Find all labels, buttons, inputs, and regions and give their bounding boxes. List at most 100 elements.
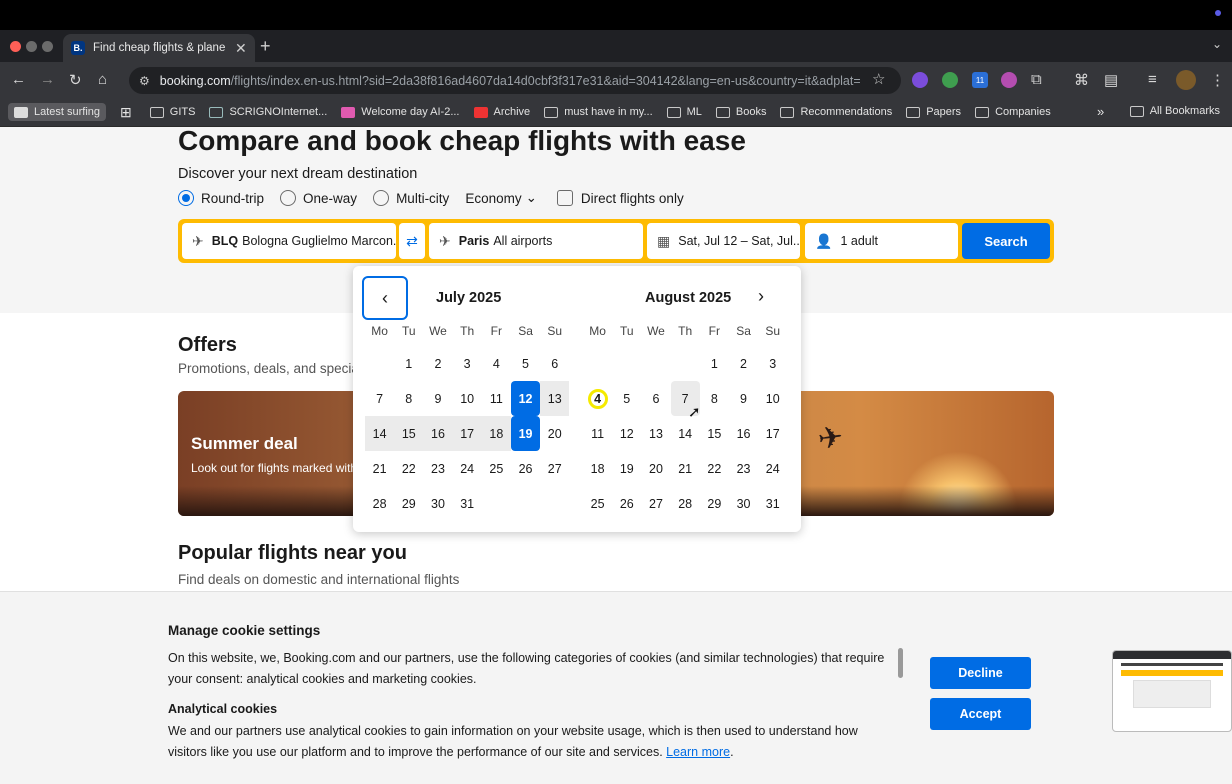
close-tab-icon[interactable]: ✕ [235, 40, 247, 57]
calendar-day[interactable]: 11 [583, 416, 612, 451]
calendar-day[interactable]: 22 [700, 451, 729, 486]
more-bookmarks-icon[interactable]: » [1097, 104, 1104, 119]
next-month-button[interactable]: › [758, 286, 764, 307]
extensions-puzzle-icon[interactable]: ⧉ [1031, 71, 1042, 88]
media-control-icon[interactable]: ≡ [1148, 71, 1157, 88]
destination-field[interactable]: ✈ Paris All airports [429, 223, 643, 259]
back-icon[interactable]: ← [11, 71, 26, 88]
bookmark-latest-surfing[interactable]: Latest surfing [8, 103, 107, 121]
calendar-day[interactable]: 8 [700, 381, 729, 416]
bookmark-recommendations[interactable]: Recommendations [780, 106, 892, 118]
bookmark-ml[interactable]: ML [666, 106, 702, 118]
calendar-day[interactable]: 19 [612, 451, 641, 486]
calendar-day[interactable]: 13 [540, 381, 570, 416]
calendar-day[interactable]: 23 [423, 451, 452, 486]
apps-grid-icon[interactable]: ⊞ [120, 104, 132, 121]
calendar-day[interactable]: 17 [452, 416, 482, 451]
bookmark-gits[interactable]: GITS [149, 106, 195, 118]
browser-menu-icon[interactable]: ⋮ [1210, 71, 1225, 89]
calendar-day[interactable]: 12 [510, 381, 541, 416]
bookmark-books[interactable]: Books [715, 106, 766, 118]
direct-flights-checkbox[interactable]: Direct flights only [556, 190, 684, 206]
bookmark-star-icon[interactable]: ☆ [872, 70, 885, 88]
swap-icon[interactable]: ⇄ [399, 223, 425, 259]
calendar-day[interactable]: 14 [365, 416, 395, 451]
bookmark-must-have[interactable]: must have in my... [544, 106, 653, 118]
calendar-day[interactable]: 2 [729, 346, 758, 381]
calendar-day[interactable]: 24 [453, 451, 482, 486]
reload-icon[interactable]: ↻ [69, 71, 82, 89]
new-tab-icon[interactable]: + [260, 36, 271, 57]
cabin-class-select[interactable]: Economy ⌄ [465, 190, 537, 206]
calendar-day[interactable]: 23 [729, 451, 758, 486]
calendar-day[interactable]: 11 [482, 381, 511, 416]
dates-field[interactable]: ▦ Sat, Jul 12 – Sat, Jul... [647, 223, 800, 259]
close-window-button[interactable] [10, 41, 21, 52]
calendar-day[interactable]: 26 [511, 451, 540, 486]
one-way-option[interactable]: One-way [280, 190, 357, 206]
travelers-field[interactable]: 👤 1 adult [805, 223, 958, 259]
address-bar[interactable]: ⚙ booking.com/flights/index.en-us.html?s… [129, 67, 901, 94]
calendar-day[interactable]: 22 [394, 451, 423, 486]
scrollbar-thumb[interactable] [898, 648, 903, 678]
calendar-day[interactable]: 5 [612, 381, 641, 416]
calendar-day[interactable]: 30 [729, 486, 758, 521]
learn-more-link[interactable]: Learn more [666, 745, 730, 759]
calendar-day[interactable]: 13 [641, 416, 670, 451]
extension-2-icon[interactable] [942, 72, 958, 88]
bookmark-welcome-day[interactable]: Welcome day AI-2... [341, 106, 460, 118]
calendar-day[interactable]: 1 [700, 346, 729, 381]
calendar-day[interactable]: 29 [394, 486, 423, 521]
reading-list-icon[interactable]: ▤ [1104, 71, 1118, 89]
home-icon[interactable]: ⌂ [98, 71, 107, 88]
calendar-day[interactable]: 31 [758, 486, 787, 521]
zoom-window-button[interactable] [42, 41, 53, 52]
calendar-day[interactable]: 18 [481, 416, 511, 451]
calendar-day[interactable]: 10 [758, 381, 787, 416]
search-button[interactable]: Search [962, 223, 1050, 259]
forward-icon[interactable]: → [40, 71, 55, 88]
calendar-day[interactable]: 12 [612, 416, 641, 451]
decline-button[interactable]: Decline [930, 657, 1031, 689]
calendar-day[interactable]: 27 [540, 451, 569, 486]
calendar-day[interactable]: 4 [482, 346, 511, 381]
accept-button[interactable]: Accept [930, 698, 1031, 730]
bookmark-companies[interactable]: Companies [975, 106, 1051, 118]
calendar-day[interactable]: 3 [453, 346, 482, 381]
screenshot-thumbnail[interactable] [1112, 650, 1232, 732]
calendar-day[interactable]: 4 [583, 381, 612, 416]
calendar-day[interactable]: 25 [583, 486, 612, 521]
incognito-icon[interactable]: ⌘ [1074, 71, 1089, 89]
calendar-day[interactable]: 28 [365, 486, 394, 521]
round-trip-option[interactable]: Round-trip [178, 190, 264, 206]
all-bookmarks[interactable]: All Bookmarks [1129, 105, 1220, 117]
calendar-day[interactable]: 10 [453, 381, 482, 416]
calendar-day[interactable]: 9 [729, 381, 758, 416]
calendar-day[interactable]: 15 [394, 416, 424, 451]
calendar-day[interactable]: 3 [758, 346, 787, 381]
browser-tab[interactable]: B. Find cheap flights & plane tic ✕ [63, 34, 255, 62]
extension-1-icon[interactable] [912, 72, 928, 88]
calendar-day[interactable]: 24 [758, 451, 787, 486]
calendar-day[interactable]: 21 [365, 451, 394, 486]
calendar-day[interactable]: 16 [729, 416, 758, 451]
site-info-icon[interactable]: ⚙ [139, 74, 150, 88]
calendar-day[interactable]: 31 [453, 486, 482, 521]
bookmark-archive[interactable]: Archive [473, 106, 530, 118]
calendar-day[interactable]: 6 [641, 381, 670, 416]
calendar-day[interactable]: 30 [423, 486, 452, 521]
calendar-day[interactable]: 21 [671, 451, 700, 486]
calendar-day[interactable]: 20 [641, 451, 670, 486]
calendar-day[interactable]: 18 [583, 451, 612, 486]
tab-list-chevron-icon[interactable]: ⌄ [1212, 37, 1222, 51]
calendar-day[interactable]: 27 [641, 486, 670, 521]
calendar-day[interactable]: 15 [700, 416, 729, 451]
bookmark-scrigno[interactable]: SCRIGNOInternet... [209, 106, 327, 118]
multi-city-option[interactable]: Multi-city [373, 190, 449, 206]
profile-avatar[interactable] [1176, 70, 1196, 90]
calendar-day[interactable]: 1 [394, 346, 423, 381]
calendar-day[interactable]: 2 [423, 346, 452, 381]
bookmark-papers[interactable]: Papers [906, 106, 961, 118]
calendar-day[interactable]: 9 [423, 381, 452, 416]
calendar-day[interactable]: 5 [511, 346, 540, 381]
